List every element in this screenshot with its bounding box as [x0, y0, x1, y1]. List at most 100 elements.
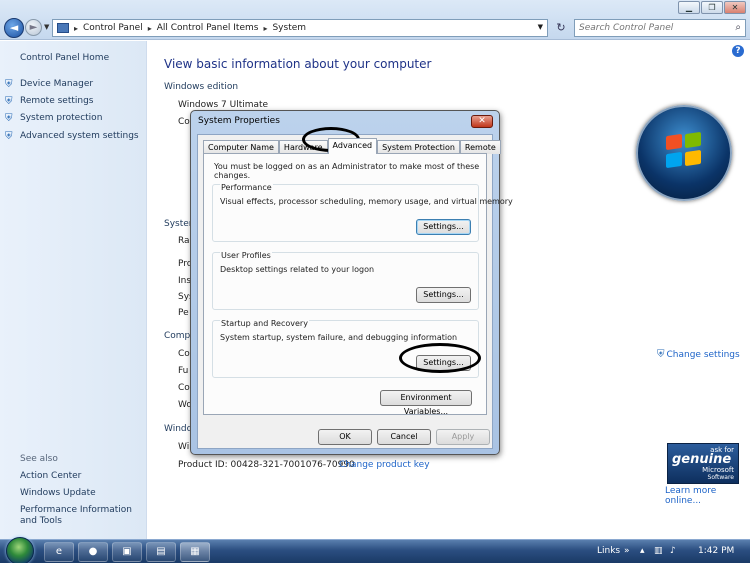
clock[interactable]: 1:42 PM [698, 546, 734, 556]
change-product-key-link[interactable]: Change product key [339, 460, 430, 470]
performance-info-link[interactable]: Performance Information and Tools [20, 505, 140, 527]
apply-button[interactable]: Apply [436, 429, 490, 445]
computer-description-label: Co [178, 383, 190, 393]
system-protection-link[interactable]: System protection [20, 113, 102, 123]
performance-title: Performance [220, 183, 273, 192]
change-settings-label[interactable]: Change settings [667, 350, 740, 360]
logo-green-pane [685, 131, 701, 149]
logo-blue-pane [666, 151, 682, 169]
startup-recovery-title: Startup and Recovery [220, 319, 309, 328]
performance-settings-button[interactable]: Settings... [416, 219, 471, 235]
genuine-sub: Software [707, 474, 734, 481]
tray-expand-icon[interactable]: ▴ [640, 546, 645, 556]
logo-yellow-pane [685, 149, 701, 167]
network-icon[interactable]: ▥ [654, 546, 663, 556]
address-bar[interactable]: ▸ Control Panel ▸ All Control Panel Item… [52, 19, 548, 37]
tab-remote[interactable]: Remote [459, 140, 501, 154]
advanced-system-settings-link[interactable]: Advanced system settings [20, 131, 139, 141]
taskbar-control-panel-icon[interactable]: ▦ [180, 542, 210, 562]
genuine-brand: Microsoft [702, 466, 734, 474]
taskbar-firefox-icon[interactable]: ● [78, 542, 108, 562]
user-profiles-title: User Profiles [220, 251, 272, 260]
windows-logo [636, 105, 732, 201]
windows-edition-heading: Windows edition [164, 82, 239, 92]
taskbar: e ● ▣ ▤ ▦ Links » ▴ ▥ ♪ 1:42 PM [0, 537, 750, 563]
dialog-title: System Properties [198, 116, 280, 126]
full-name-label: Fu [178, 366, 189, 376]
refresh-icon[interactable]: ↻ [551, 19, 571, 37]
links-chevron-icon[interactable]: » [624, 546, 630, 556]
start-orb[interactable] [6, 537, 34, 563]
tab-strip: Computer Name Hardware Advanced System P… [203, 138, 501, 154]
startup-recovery-group: Startup and Recovery System startup, sys… [212, 319, 479, 378]
system-properties-dialog: System Properties ✕ Computer Name Hardwa… [190, 110, 513, 455]
dialog-body: Computer Name Hardware Advanced System P… [197, 134, 513, 449]
ok-button[interactable]: OK [318, 429, 372, 445]
page-title: View basic information about your comput… [164, 57, 432, 71]
user-profiles-settings-button[interactable]: Settings... [416, 287, 471, 303]
shield-icon: ⛨ [5, 96, 13, 107]
cancel-button[interactable]: Cancel [377, 429, 431, 445]
shield-icon: ⛨ [657, 349, 665, 360]
shield-icon: ⛨ [5, 113, 13, 124]
recent-pages-dropdown-icon[interactable]: ▼ [44, 23, 49, 31]
window-chrome: ▁ ❐ ✕ ◄ ► ▼ ▸ Control Panel ▸ All Contro… [0, 0, 750, 40]
product-id: Product ID: 00428-321-7001076-70990 [178, 460, 355, 470]
startup-recovery-settings-button[interactable]: Settings... [416, 355, 471, 371]
chevron-down-icon[interactable]: ▼ [538, 23, 543, 31]
search-input[interactable] [575, 20, 725, 36]
performance-desc: Visual effects, processor scheduling, me… [220, 197, 513, 206]
taskbar-app-icon[interactable]: ▣ [112, 542, 142, 562]
help-icon[interactable]: ? [732, 45, 744, 57]
tab-advanced[interactable]: Advanced [327, 138, 378, 154]
tab-system-protection[interactable]: System Protection [377, 140, 460, 154]
tab-computer-name[interactable]: Computer Name [203, 140, 279, 154]
chevron-right-icon[interactable]: ▸ [148, 24, 152, 33]
tab-hardware[interactable]: Hardware [278, 140, 328, 154]
shield-icon: ⛨ [5, 131, 13, 142]
rating-label: Ra [178, 236, 190, 246]
genuine-microsoft-badge[interactable]: ask for genuine Microsoft Software [667, 443, 739, 484]
computer-name-label: Co [178, 349, 190, 359]
forward-button[interactable]: ► [25, 19, 42, 36]
control-panel-home-link[interactable]: Control Panel Home [20, 53, 109, 63]
copyright-text: Co [178, 117, 190, 127]
action-center-link[interactable]: Action Center [20, 471, 81, 481]
device-manager-link[interactable]: Device Manager [20, 79, 93, 89]
taskbar-ie-icon[interactable]: e [44, 542, 74, 562]
environment-variables-button[interactable]: Environment Variables... [380, 390, 472, 416]
windows-update-link[interactable]: Windows Update [20, 488, 96, 498]
left-nav-pane: Control Panel Home ⛨ Device Manager ⛨ Re… [0, 41, 147, 539]
activation-status: Wi [178, 442, 190, 452]
chevron-right-icon[interactable]: ▸ [74, 24, 78, 33]
breadcrumb-control-panel[interactable]: Control Panel [83, 23, 143, 33]
taskbar-picture-icon[interactable]: ▤ [146, 542, 176, 562]
minimize-button[interactable]: ▁ [678, 1, 700, 14]
dialog-close-button[interactable]: ✕ [471, 115, 493, 128]
see-also-heading: See also [20, 454, 58, 464]
search-box[interactable]: ⌕ [574, 19, 746, 37]
close-window-button[interactable]: ✕ [724, 1, 746, 14]
logo-red-pane [666, 133, 682, 151]
chevron-right-icon[interactable]: ▸ [263, 24, 267, 33]
learn-more-link[interactable]: Learn more online... [665, 486, 750, 506]
back-button[interactable]: ◄ [4, 18, 24, 38]
maximize-button[interactable]: ❐ [701, 1, 723, 14]
computer-name-heading: Comp [164, 331, 191, 341]
user-profiles-desc: Desktop settings related to your logon [220, 265, 375, 274]
genuine-word: genuine [672, 452, 732, 467]
control-panel-icon [57, 23, 69, 33]
advanced-tab-panel: You must be logged on as an Administrato… [203, 153, 513, 416]
remote-settings-link[interactable]: Remote settings [20, 96, 93, 106]
search-icon[interactable]: ⌕ [735, 22, 741, 33]
pen-touch-label: Pe [178, 308, 189, 318]
links-toolbar[interactable]: Links [597, 546, 620, 556]
change-settings-link[interactable]: ⛨ Change settings [657, 349, 740, 360]
breadcrumb-all-items[interactable]: All Control Panel Items [157, 23, 259, 33]
breadcrumb-system[interactable]: System [272, 23, 306, 33]
shield-icon: ⛨ [5, 79, 13, 90]
performance-group: Performance Visual effects, processor sc… [212, 183, 513, 242]
volume-icon[interactable]: ♪ [670, 546, 676, 556]
activation-heading: Windo [164, 424, 193, 434]
edition-text: Windows 7 Ultimate [178, 100, 269, 110]
